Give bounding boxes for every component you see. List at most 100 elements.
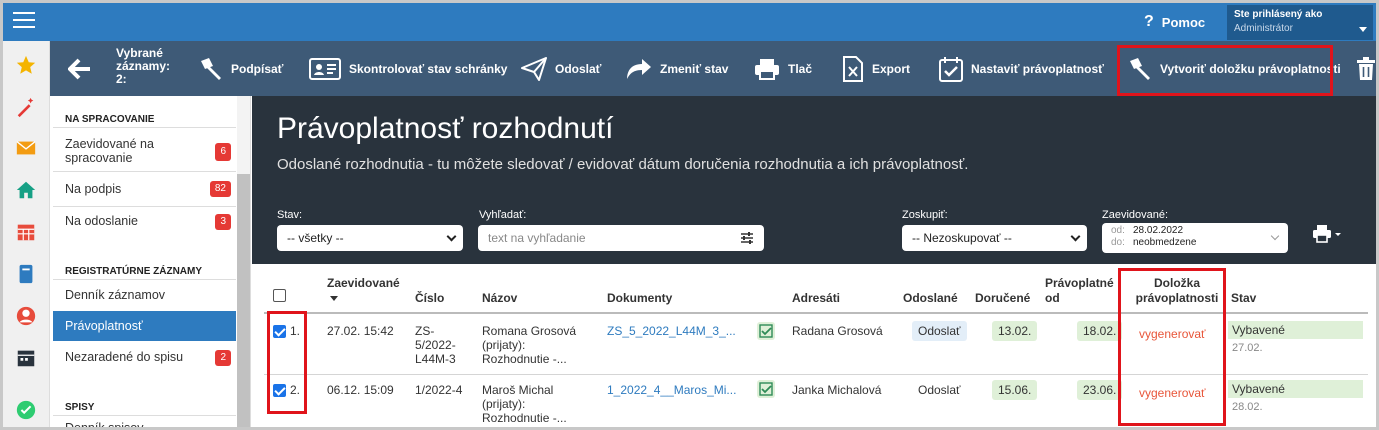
set-validity-label: Nastaviť právoplatnosť bbox=[971, 61, 1104, 76]
mail-icon[interactable] bbox=[15, 137, 37, 159]
registered-filter-label: Zaevidované: bbox=[1102, 209, 1169, 221]
excel-file-icon bbox=[843, 55, 863, 82]
calendar-icon[interactable] bbox=[15, 221, 37, 243]
row-generate-clause-link[interactable]: vygenerovať bbox=[1139, 386, 1206, 400]
print-button[interactable]: Tlač bbox=[754, 41, 812, 96]
sidebar-item-registered-for-processing[interactable]: Zaevidované na spracovanie 6 bbox=[53, 135, 236, 167]
sign-label: Podpísať bbox=[231, 61, 284, 76]
page-title: Právoplatnosť rozhodnutí bbox=[277, 112, 614, 145]
set-validity-button[interactable]: Nastaviť právoplatnosť bbox=[939, 41, 1104, 96]
row-name-line3: Rozhodnutie -... bbox=[482, 411, 567, 425]
help-button[interactable]: ? Pomoc bbox=[1144, 13, 1205, 31]
row-registered: 27.02. 15:42 bbox=[327, 324, 394, 338]
user-menu[interactable]: Ste prihlásený ako Administrátor bbox=[1227, 5, 1373, 40]
book-icon[interactable] bbox=[15, 263, 37, 285]
row-document-link[interactable]: ZS_5_2022_L44M_3_... bbox=[607, 324, 736, 338]
sidebar-item-records-journal[interactable]: Denník záznamov bbox=[53, 280, 236, 310]
print-menu-button[interactable] bbox=[1313, 225, 1343, 246]
signed-check-icon bbox=[757, 322, 775, 340]
selected-records: Vybrané záznamy: 2: bbox=[116, 47, 174, 86]
sidebar-item-label: Zaevidované na spracovanie bbox=[65, 137, 154, 165]
sidebar-item-for-sending[interactable]: Na odoslanie 3 bbox=[53, 206, 236, 236]
col-registered-label: Zaevidované bbox=[327, 276, 400, 290]
row-checkbox[interactable] bbox=[273, 384, 286, 397]
arrow-left-icon bbox=[68, 58, 90, 79]
menu-icon[interactable] bbox=[13, 12, 35, 30]
row-valid-from-date: 18.02. bbox=[1077, 321, 1123, 341]
state-select[interactable]: -- všetky -- bbox=[277, 225, 463, 251]
sort-desc-icon bbox=[330, 296, 338, 301]
row-sent-badge[interactable]: Odoslať bbox=[912, 380, 967, 400]
date-range-picker[interactable]: od: 28.02.2022 do: neobmedzene bbox=[1102, 223, 1288, 253]
sidebar: NA SPRACOVANIE Zaevidované na spracovani… bbox=[50, 96, 251, 427]
row-sent-badge[interactable]: Odoslať bbox=[912, 321, 967, 341]
send-button[interactable]: Odoslať bbox=[521, 41, 601, 96]
row-checkbox[interactable] bbox=[273, 325, 286, 338]
sidebar-section-processing: NA SPRACOVANIE bbox=[65, 114, 155, 125]
trash-icon bbox=[1357, 56, 1375, 80]
search-input[interactable]: text na vyhľadanie bbox=[478, 225, 764, 251]
gavel-icon bbox=[1130, 57, 1150, 80]
calendar-check-icon[interactable] bbox=[15, 347, 37, 369]
search-label: Vyhľadať: bbox=[479, 209, 527, 221]
row-number-line1: ZS- bbox=[415, 324, 435, 338]
chevron-down-icon bbox=[446, 231, 457, 242]
row-generate-clause-link[interactable]: vygenerovať bbox=[1139, 327, 1206, 341]
col-clause[interactable]: Doložka právoplatnosti bbox=[1130, 276, 1224, 305]
printer-icon bbox=[1313, 225, 1341, 243]
row-name-line2: (prijaty): bbox=[482, 397, 526, 411]
export-button[interactable]: Export bbox=[842, 41, 910, 96]
col-clause-line1: Doložka bbox=[1153, 276, 1200, 290]
row-state-badge: Vybavené bbox=[1228, 321, 1363, 339]
sidebar-item-label: Na podpis bbox=[65, 182, 122, 196]
col-delivered[interactable]: Doručené bbox=[975, 291, 1030, 305]
row-state-badge: Vybavené bbox=[1228, 380, 1363, 398]
home-icon[interactable] bbox=[15, 179, 37, 201]
col-registered[interactable]: Zaevidované bbox=[327, 276, 400, 301]
user-icon[interactable] bbox=[15, 305, 37, 327]
col-number[interactable]: Číslo bbox=[415, 291, 444, 305]
group-select[interactable]: -- Nezoskupovať -- bbox=[902, 225, 1087, 251]
row-document-link[interactable]: 1_2022_4__Maros_Mi... bbox=[607, 383, 736, 397]
wand-icon[interactable] bbox=[15, 96, 37, 118]
col-sent[interactable]: Odoslané bbox=[903, 291, 958, 305]
sidebar-scrollbar[interactable] bbox=[237, 96, 250, 427]
check-mailbox-button[interactable]: Skontrolovať stav schránky bbox=[309, 41, 507, 96]
from-value: 28.02.2022 bbox=[1133, 225, 1184, 236]
col-recipients[interactable]: Adresáti bbox=[792, 291, 840, 305]
row-registered: 06.12. 15:09 bbox=[327, 383, 394, 397]
send-label: Odoslať bbox=[555, 61, 602, 76]
sidebar-item-unassigned[interactable]: Nezaradené do spisu 2 bbox=[53, 342, 236, 372]
divider bbox=[53, 171, 236, 172]
row-index: 2. bbox=[290, 383, 301, 397]
row-name-line3: Rozhodnutie -... bbox=[482, 352, 567, 366]
user-name: Administrátor bbox=[1234, 23, 1293, 34]
col-valid-from[interactable]: Právoplatné od bbox=[1045, 276, 1114, 305]
selected-label: Vybrané záznamy: bbox=[116, 46, 171, 73]
check-circle-icon[interactable] bbox=[15, 399, 37, 421]
page-subtitle: Odoslané rozhodnutia - tu môžete sledova… bbox=[277, 156, 969, 173]
back-button[interactable] bbox=[68, 41, 92, 96]
delete-button[interactable] bbox=[1356, 41, 1376, 96]
sidebar-item-for-signature[interactable]: Na podpis 82 bbox=[53, 174, 236, 204]
scrollbar-thumb[interactable] bbox=[237, 174, 250, 427]
select-all-checkbox[interactable] bbox=[273, 289, 286, 302]
col-documents[interactable]: Dokumenty bbox=[607, 291, 672, 305]
sidebar-item-files-journal[interactable]: Denník spisov bbox=[53, 418, 236, 427]
header-divider bbox=[264, 312, 1368, 314]
star-icon[interactable] bbox=[15, 54, 37, 76]
group-select-value: -- Nezoskupovať -- bbox=[912, 231, 1012, 245]
signed-check-icon bbox=[757, 380, 775, 398]
sidebar-section-records: REGISTRATÚRNE ZÁZNAMY bbox=[65, 266, 203, 277]
sidebar-item-label: Právoplatnosť bbox=[65, 319, 143, 333]
col-state[interactable]: Stav bbox=[1231, 291, 1256, 305]
create-clause-button[interactable]: Vytvoriť doložku právoplatnosti bbox=[1126, 41, 1341, 96]
sliders-icon[interactable] bbox=[740, 231, 754, 245]
row-number-line2: 5/2022- bbox=[415, 338, 456, 352]
help-label: Pomoc bbox=[1161, 14, 1206, 30]
col-name[interactable]: Názov bbox=[482, 291, 517, 305]
paper-plane-icon bbox=[521, 56, 547, 81]
sign-button[interactable]: Podpísať bbox=[197, 41, 283, 96]
change-state-button[interactable]: Zmeniť stav bbox=[626, 41, 728, 96]
sidebar-item-validity[interactable]: Právoplatnosť bbox=[53, 311, 236, 341]
